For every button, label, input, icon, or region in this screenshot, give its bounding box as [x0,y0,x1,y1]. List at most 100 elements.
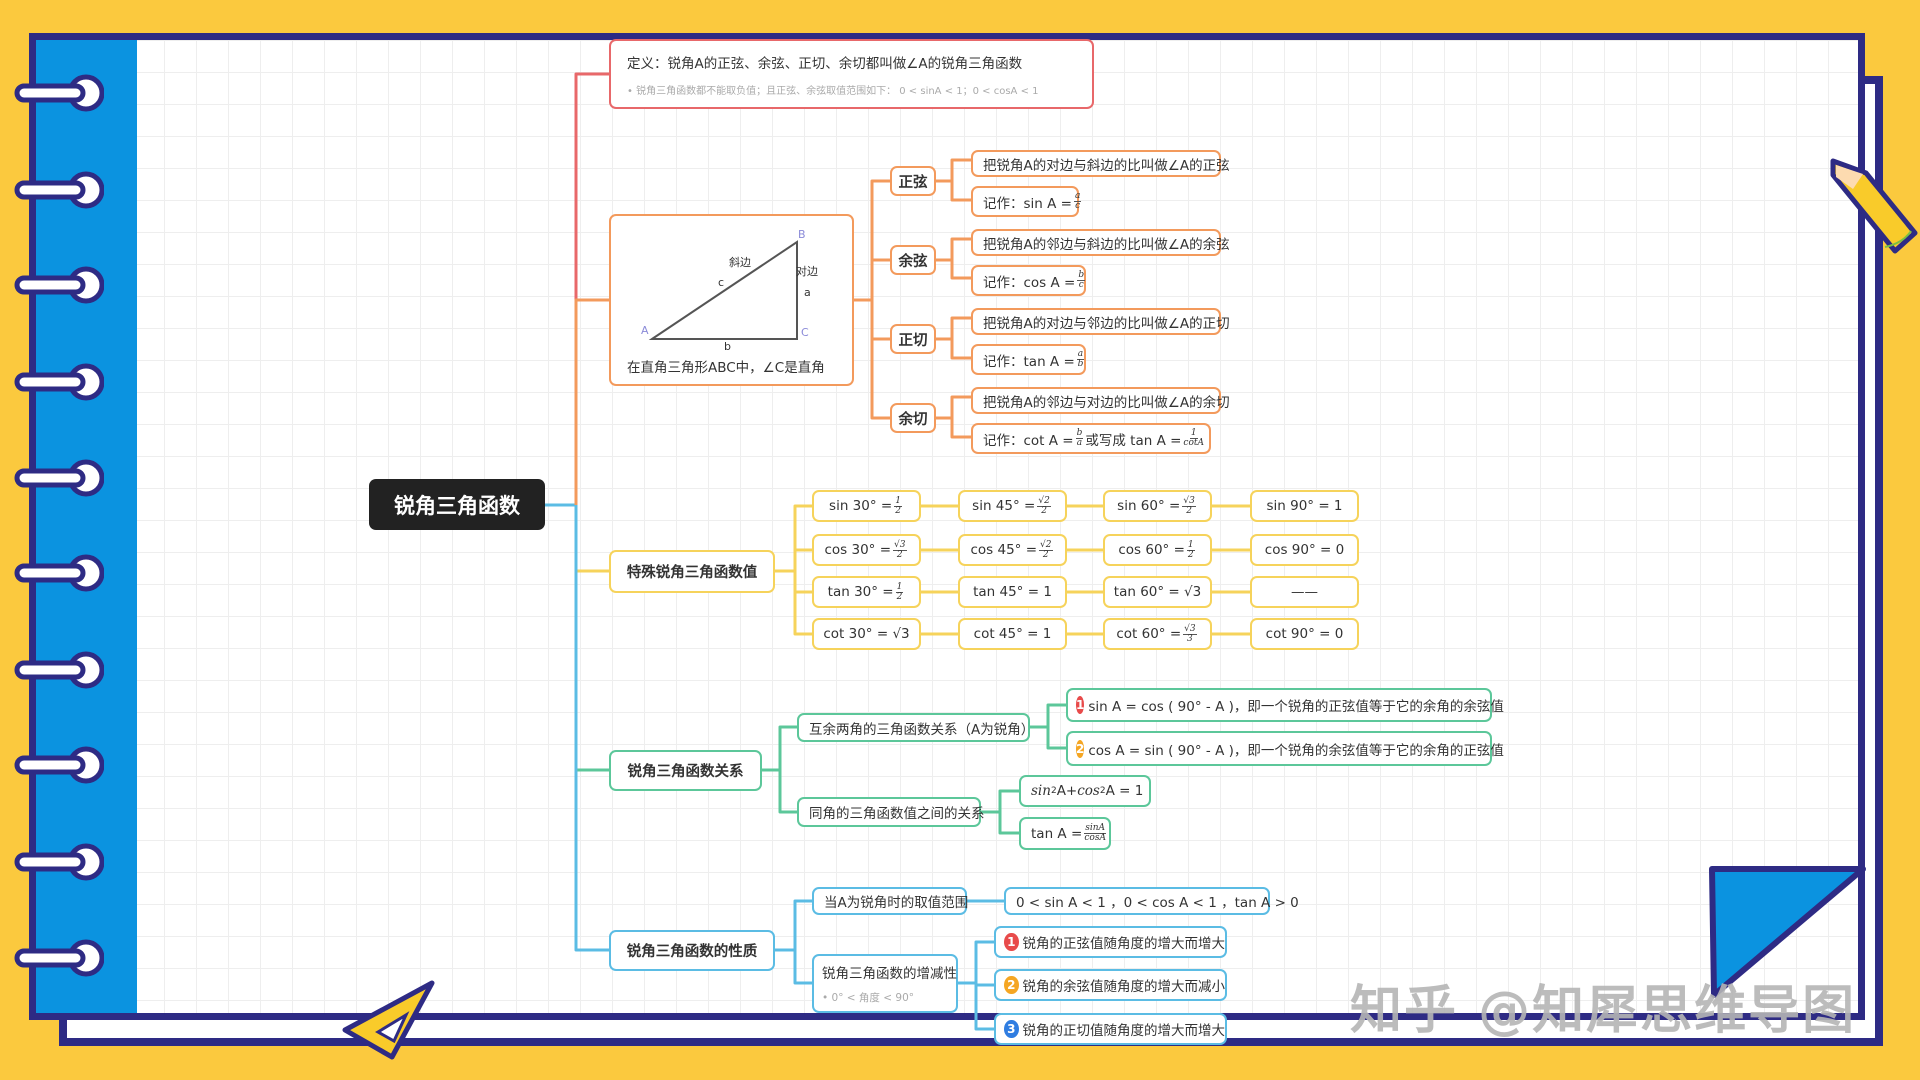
same-angle-leaf[interactable]: sin 2 A+ cos 2 A = 1 [1019,775,1151,807]
formula-text: cot 30° = √3 [823,626,910,642]
root-node[interactable]: 锐角三角函数 [369,479,545,530]
formula-text: 记作：sin A = [983,195,1072,212]
formula-text: —— [1291,584,1318,600]
formula-text: tan 45° = 1 [973,584,1052,600]
trig-function-node[interactable]: 余弦 [890,245,936,275]
fraction-numerator: √3 [893,539,907,551]
fraction: ba [1075,429,1084,448]
item-text: cos A = sin ( 90° - A )，即一个锐角的余弦值等于它的余角的… [1088,742,1504,759]
notation-leaf[interactable]: 记作：tan A = ab [971,344,1086,375]
trig-function-node[interactable]: 正弦 [890,166,936,196]
special-value-cell[interactable]: cot 60° = √3 3 [1103,618,1212,650]
definition-leaf[interactable]: 把锐角A的对边与邻边的比叫做∠A的正切 [971,308,1230,335]
special-value-cell[interactable]: sin 30° = 12 [812,490,921,522]
definition-node[interactable]: 定义：锐角A的正弦、余弦、正切、余切都叫做∠A的锐角三角函数 • 锐角三角函数都… [609,39,1094,109]
fraction-denominator: 2 [895,505,901,516]
formula-italic: sin [1031,783,1051,799]
fraction: 12 [894,495,902,516]
fraction: √2 2 [1037,496,1051,516]
fraction-numerator: 1 [895,581,904,593]
notation-leaf[interactable]: 记作：cot A = ba 或写成 tan A = 1 cotA [971,423,1211,454]
complement-relation-node[interactable]: 互余两角的三角函数关系（A为锐角） [797,713,1034,742]
formula-text: sin 60° = [1117,498,1181,514]
number-badge: 1 [1076,696,1085,714]
complement-leaf[interactable]: 1 sin A = cos ( 90° - A )，即一个锐角的正弦值等于它的余角… [1066,688,1504,722]
item-text: sin A = cos ( 90° - A )，即一个锐角的正弦值等于它的余角的… [1088,699,1504,715]
formula-text: cos 45° = [970,542,1038,558]
vertex-b-label: B [798,228,806,241]
fraction-denominator: c [1078,280,1084,290]
formula-text: cot 60° = [1116,626,1182,642]
definition-leaf[interactable]: 把锐角A的邻边与斜边的比叫做∠A的余弦 [971,229,1230,256]
notation-leaf[interactable]: 记作：cos A = bc [971,265,1086,296]
triangle-caption: 在直角三角形ABC中，∠C是直角 [627,360,825,376]
special-value-cell[interactable]: cos 30° = √3 2 [812,534,921,566]
fraction-denominator: cosA [1084,833,1106,843]
fraction-denominator: 2 [896,549,903,560]
side-c-label: c [718,276,725,289]
fraction-denominator: 2 [896,591,903,602]
complement-leaf[interactable]: 2 cos A = sin ( 90° - A )，即一个锐角的余弦值等于它的余角… [1066,731,1504,766]
special-values-node[interactable]: 特殊锐角三角函数值 [609,550,775,593]
monotonic-note: • 0° < 角度 < 90° [822,992,915,1004]
range-node[interactable]: 当A为锐角时的取值范围 [812,887,968,915]
formula-text: 或写成 tan A = [1085,432,1182,449]
formula-text: cos 60° = [1118,542,1185,558]
fraction-denominator: 2 [1187,549,1194,560]
formula-text: A = 1 [1105,783,1144,799]
trig-function-node[interactable]: 正切 [890,324,936,354]
opposite-label: 对边 [796,265,818,278]
definition-leaf[interactable]: 把锐角A的对边与斜边的比叫做∠A的正弦 [971,150,1230,177]
definition-note-text: 锐角三角函数都不能取负值；且正弦、余弦取值范围如下： 0 < sinA < 1；… [636,85,1039,97]
fraction-numerator: √3 [1182,495,1196,507]
special-value-cell[interactable]: tan 60° = √3 [1103,576,1212,608]
fraction: ab [1076,350,1085,369]
fraction-denominator: a [1076,438,1083,448]
monotonic-label: 锐角三角函数的增减性 [822,966,957,982]
monotonic-node[interactable]: 锐角三角函数的增减性 • 0° < 角度 < 90° [812,954,958,1013]
fraction-numerator: √2 [1039,539,1053,551]
item-text: 锐角的余弦值随角度的增大而减小 [1022,979,1226,995]
special-value-cell[interactable]: sin 45° = √2 2 [958,490,1067,522]
relations-node[interactable]: 锐角三角函数关系 [609,750,762,791]
special-value-cell[interactable]: cos 60° = 12 [1103,534,1212,566]
monotonic-leaf[interactable]: 3 锐角的正切值随角度的增大而增大 [994,1013,1227,1045]
fraction-denominator: 2 [1042,549,1049,560]
special-value-cell[interactable]: tan 45° = 1 [958,576,1067,608]
special-value-cell[interactable]: cot 30° = √3 [812,618,921,650]
special-value-cell[interactable]: cot 90° = 0 [1250,618,1359,650]
triangle-node[interactable]: A B C a b c 斜边 对边 在直角三角形ABC中，∠C是直角 [609,214,854,386]
special-value-cell[interactable]: —— [1250,576,1359,608]
fraction: bc [1077,271,1086,290]
fraction: 12 [1186,540,1195,560]
side-b-label: b [724,340,731,353]
monotonic-leaf[interactable]: 2 锐角的余弦值随角度的增大而减小 [994,969,1227,1001]
special-value-cell[interactable]: cos 45° = √2 2 [958,534,1067,566]
same-angle-leaf[interactable]: tan A = sinA cosA [1019,817,1111,850]
fraction-numerator: √3 [1183,623,1197,635]
fraction-denominator: b [1077,359,1084,369]
special-value-cell[interactable]: tan 30° = 12 [812,576,921,608]
fraction-denominator: c [1075,201,1081,211]
definition-note: • 锐角三角函数都不能取负值；且正弦、余弦取值范围如下： 0 < sinA < … [627,85,1039,97]
special-value-cell[interactable]: sin 90° = 1 [1250,490,1359,522]
fraction-denominator: cotA [1183,438,1204,448]
notation-leaf[interactable]: 记作：sin A = ac [971,186,1082,217]
same-angle-relation-node[interactable]: 同角的三角函数值之间的关系 [797,797,985,827]
fraction: √3 3 [1183,623,1197,644]
special-value-cell[interactable]: sin 60° = √3 2 [1103,490,1212,522]
special-value-cell[interactable]: cot 45° = 1 [958,618,1067,650]
fraction: 12 [895,581,904,602]
range-value-node[interactable]: 0 < sin A < 1 ，0 < cos A < 1 ，tan A > 0 [1004,887,1299,915]
formula-text: A+ [1056,783,1078,799]
number-badge: 3 [1004,1020,1019,1038]
formula-text: tan A = [1031,825,1083,842]
monotonic-leaf[interactable]: 1 锐角的正弦值随角度的增大而增大 [994,926,1227,958]
item-text: 锐角的正弦值随角度的增大而增大 [1022,936,1226,952]
formula-text: cot 90° = 0 [1265,626,1344,642]
fraction-numerator: 1 [894,495,902,507]
special-value-cell[interactable]: cos 90° = 0 [1250,534,1359,566]
properties-node[interactable]: 锐角三角函数的性质 [609,930,775,971]
definition-leaf[interactable]: 把锐角A的邻边与对边的比叫做∠A的余切 [971,387,1230,414]
trig-function-node[interactable]: 余切 [890,403,936,433]
